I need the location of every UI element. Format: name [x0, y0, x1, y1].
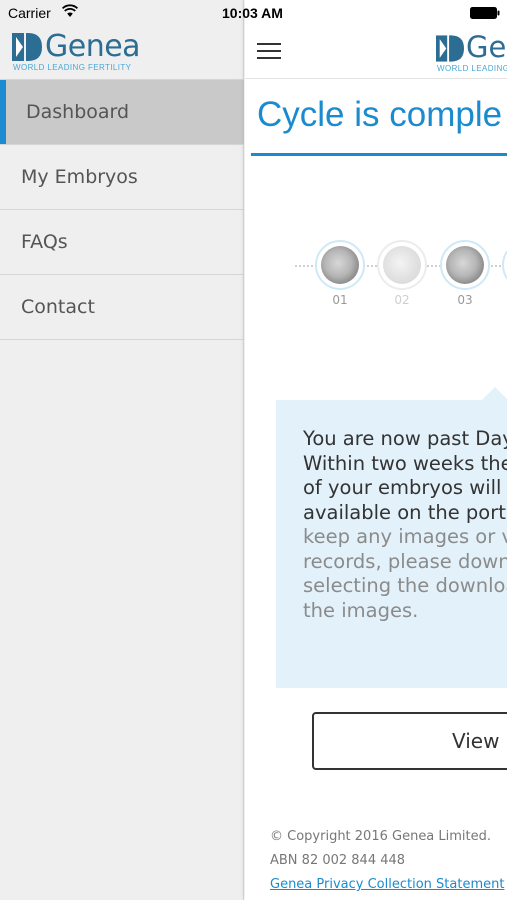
- embryo-image: [446, 246, 484, 284]
- embryo-image: [383, 246, 421, 284]
- battery-icon: [470, 7, 500, 19]
- callout-pointer: [482, 387, 507, 400]
- wifi-icon: [62, 4, 78, 17]
- brand-tagline: WORLD LEADING FERTILITY: [13, 63, 132, 72]
- embryo-04-partial[interactable]: [502, 240, 507, 312]
- status-bar: Carrier 10:03 AM: [0, 0, 507, 26]
- info-line-muted: keep any images or vic: [303, 525, 507, 548]
- genea-logo-mark-icon: [12, 33, 42, 61]
- info-line-muted: the images.: [303, 598, 419, 622]
- info-line: available on the portal: [303, 500, 507, 524]
- embryo-image: [321, 246, 359, 284]
- menu-item-dashboard[interactable]: Dashboard: [0, 80, 244, 145]
- header-brand-name: Genea: [466, 30, 507, 64]
- abn-text: ABN 82 002 844 448: [270, 853, 406, 868]
- view-button[interactable]: View F: [312, 712, 507, 770]
- menu-item-faqs[interactable]: FAQs: [0, 210, 244, 275]
- embryo-02[interactable]: 02: [377, 240, 427, 312]
- info-line-muted: selecting the downloa: [303, 574, 507, 597]
- footer: © Copyright 2016 Genea Limited. ABN 82 0…: [270, 828, 507, 900]
- embryo-number: 03: [457, 293, 473, 307]
- footer-links: Genea Privacy Collection Statement|: [270, 876, 507, 900]
- menu-item-contact[interactable]: Contact: [0, 275, 244, 340]
- info-line: Within two weeks the: [303, 451, 507, 475]
- info-callout: You are now past Day Within two weeks th…: [276, 387, 507, 688]
- main-panel: Genea WORLD LEADING FERTILITY Cycle is c…: [245, 0, 507, 900]
- hamburger-icon[interactable]: [257, 42, 283, 62]
- embryo-image-ring: [502, 240, 507, 290]
- info-line-muted: records, please downlo: [303, 549, 507, 573]
- copyright-text: © Copyright 2016 Genea Limited.: [270, 829, 492, 844]
- info-line: You are now past Day: [303, 427, 507, 450]
- side-menu: Genea WORLD LEADING FERTILITY Dashboard …: [0, 0, 244, 900]
- embryo-timeline: 01 02 03: [295, 240, 507, 312]
- info-line: of your embryos will n: [303, 476, 507, 499]
- title-divider: [251, 153, 507, 156]
- brand-name: Genea: [45, 29, 141, 64]
- carrier-label: Carrier: [8, 5, 51, 21]
- page-title: Cycle is comple: [257, 95, 503, 134]
- menu-list: Dashboard My Embryos FAQs Contact: [0, 79, 244, 340]
- header-brand-tagline: WORLD LEADING FERTILITY: [437, 64, 507, 73]
- privacy-link[interactable]: Genea Privacy Collection Statement: [270, 877, 504, 892]
- info-text: You are now past Day Within two weeks th…: [303, 427, 507, 623]
- embryo-number: 02: [394, 293, 410, 307]
- clock: 10:03 AM: [222, 5, 283, 21]
- embryo-number: 01: [332, 293, 348, 307]
- genea-logo-mark-icon: [436, 35, 464, 62]
- genea-logo: Genea WORLD LEADING FERTILITY: [12, 29, 152, 76]
- header-logo: Genea WORLD LEADING FERTILITY: [436, 30, 507, 76]
- embryo-03[interactable]: 03: [440, 240, 490, 312]
- embryo-01[interactable]: 01: [315, 240, 365, 312]
- menu-item-my-embryos[interactable]: My Embryos: [0, 145, 244, 210]
- top-bar: Genea WORLD LEADING FERTILITY: [245, 26, 507, 79]
